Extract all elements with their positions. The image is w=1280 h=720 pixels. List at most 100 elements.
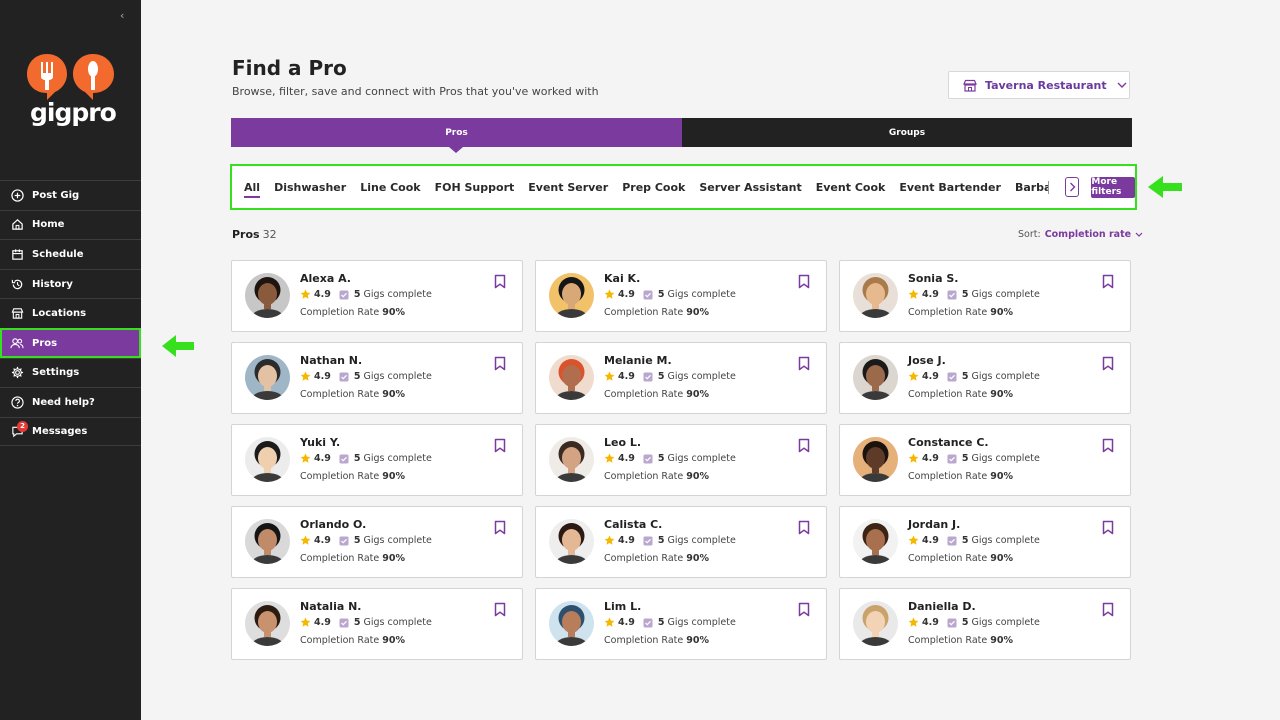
sidebar-item-post-gig[interactable]: Post Gig	[0, 180, 141, 210]
bookmark-icon[interactable]	[494, 602, 506, 617]
pro-name[interactable]: Jordan J.	[908, 518, 960, 531]
pro-name[interactable]: Natalia N.	[300, 600, 362, 613]
plus-circle-icon	[10, 188, 24, 202]
pro-name[interactable]: Daniella D.	[908, 600, 976, 613]
pro-card[interactable]: Sonia S. 4.9 5 Gigs complete Completion …	[839, 260, 1131, 332]
pro-card[interactable]: Calista C. 4.9 5 Gigs complete Completio…	[535, 506, 827, 578]
sidebar-item-settings[interactable]: Settings	[0, 357, 141, 388]
pro-name[interactable]: Lim L.	[604, 600, 641, 613]
filter-chip-prep-cook[interactable]: Prep Cook	[622, 181, 685, 194]
pro-name[interactable]: Calista C.	[604, 518, 662, 531]
avatar[interactable]	[549, 437, 594, 482]
avatar[interactable]	[245, 601, 290, 646]
bookmark-icon[interactable]	[1102, 438, 1114, 453]
filter-chip-event-server[interactable]: Event Server	[528, 181, 608, 194]
pro-card[interactable]: Kai K. 4.9 5 Gigs complete Completion Ra…	[535, 260, 827, 332]
gear-icon	[10, 366, 24, 380]
gigpro-logo[interactable]: gigpro	[26, 52, 118, 132]
avatar[interactable]	[549, 273, 594, 318]
pro-stats: 4.9 5 Gigs complete	[604, 453, 736, 464]
pro-card[interactable]: Leo L. 4.9 5 Gigs complete Completion Ra…	[535, 424, 827, 496]
pro-name[interactable]: Melanie M.	[604, 354, 672, 367]
bookmark-icon[interactable]	[494, 438, 506, 453]
avatar[interactable]	[245, 437, 290, 482]
tab-pros[interactable]: Pros	[231, 118, 682, 153]
completion-value: 90%	[686, 635, 709, 646]
pro-name[interactable]: Alexa A.	[300, 272, 351, 285]
sidebar-item-pros[interactable]: Pros	[0, 327, 141, 358]
avatar[interactable]	[549, 519, 594, 564]
bookmark-icon[interactable]	[798, 274, 810, 289]
pro-card[interactable]: Natalia N. 4.9 5 Gigs complete Completio…	[231, 588, 523, 660]
bookmark-icon[interactable]	[1102, 274, 1114, 289]
bookmark-icon[interactable]	[798, 356, 810, 371]
filter-chip-server-assistant[interactable]: Server Assistant	[699, 181, 801, 194]
tab-groups[interactable]: Groups	[682, 118, 1132, 147]
sidebar-item-schedule[interactable]: Schedule	[0, 239, 141, 269]
sort-value: Completion rate	[1044, 229, 1132, 240]
pro-completion: Completion Rate 90%	[604, 635, 709, 646]
pro-card[interactable]: Melanie M. 4.9 5 Gigs complete Completio…	[535, 342, 827, 414]
bookmark-icon[interactable]	[1102, 602, 1114, 617]
pro-name[interactable]: Orlando O.	[300, 518, 366, 531]
pro-card[interactable]: Daniella D. 4.9 5 Gigs complete Completi…	[839, 588, 1131, 660]
filter-chip-dishwasher[interactable]: Dishwasher	[274, 181, 346, 194]
bookmark-icon[interactable]	[798, 438, 810, 453]
filter-chip-barback[interactable]: Barback	[1015, 180, 1049, 194]
pro-card[interactable]: Orlando O. 4.9 5 Gigs complete Completio…	[231, 506, 523, 578]
pro-gigs-count: 5	[353, 617, 361, 628]
filter-chip-foh-support[interactable]: FOH Support	[435, 181, 515, 194]
pro-rating: 4.9	[922, 617, 939, 628]
filter-chip-all[interactable]: All	[244, 181, 261, 198]
restaurant-selector[interactable]: Taverna Restaurant	[948, 71, 1130, 99]
sidebar-item-label: Post Gig	[32, 189, 80, 201]
pro-name[interactable]: Leo L.	[604, 436, 641, 449]
avatar[interactable]	[853, 601, 898, 646]
avatar[interactable]	[549, 601, 594, 646]
bookmark-icon[interactable]	[798, 520, 810, 535]
filter-next-button[interactable]	[1064, 177, 1080, 197]
bookmark-icon[interactable]	[1102, 356, 1114, 371]
avatar[interactable]	[245, 519, 290, 564]
avatar[interactable]	[853, 273, 898, 318]
bookmark-icon[interactable]	[494, 356, 506, 371]
sidebar-item-home[interactable]: Home	[0, 209, 141, 240]
pro-name[interactable]: Yuki Y.	[300, 436, 340, 449]
pro-name[interactable]: Jose J.	[908, 354, 946, 367]
filter-chip-line-cook[interactable]: Line Cook	[360, 181, 420, 194]
pro-card[interactable]: Lim L. 4.9 5 Gigs complete Completion Ra…	[535, 588, 827, 660]
pro-name[interactable]: Constance C.	[908, 436, 989, 449]
pro-card[interactable]: Jose J. 4.9 5 Gigs complete Completion R…	[839, 342, 1131, 414]
filter-chip-event-bartender[interactable]: Event Bartender	[899, 181, 1001, 194]
filter-chip-event-cook[interactable]: Event Cook	[816, 181, 886, 194]
pro-card[interactable]: Yuki Y. 4.9 5 Gigs complete Completion R…	[231, 424, 523, 496]
avatar[interactable]	[853, 437, 898, 482]
pro-name[interactable]: Sonia S.	[908, 272, 958, 285]
pro-name[interactable]: Nathan N.	[300, 354, 362, 367]
pros-annotation-arrow-icon	[162, 335, 194, 357]
sidebar-item-history[interactable]: History	[0, 268, 141, 299]
avatar[interactable]	[245, 355, 290, 400]
collapse-sidebar-icon[interactable]: ‹	[120, 9, 124, 22]
bookmark-icon[interactable]	[1102, 520, 1114, 535]
pro-card[interactable]: Nathan N. 4.9 5 Gigs complete Completion…	[231, 342, 523, 414]
avatar[interactable]	[853, 355, 898, 400]
avatar[interactable]	[549, 355, 594, 400]
sidebar-item-need-help[interactable]: Need help?	[0, 387, 141, 417]
bookmark-icon[interactable]	[798, 602, 810, 617]
pro-stats: 4.9 5 Gigs complete	[300, 453, 432, 464]
sidebar-item-messages[interactable]: 2 Messages	[0, 416, 141, 447]
pro-card[interactable]: Alexa A. 4.9 5 Gigs complete Completion …	[231, 260, 523, 332]
bookmark-icon[interactable]	[494, 274, 506, 289]
avatar[interactable]	[245, 273, 290, 318]
star-icon	[908, 371, 919, 382]
more-filters-button[interactable]: More filters	[1091, 176, 1135, 198]
bookmark-icon[interactable]	[494, 520, 506, 535]
pro-card[interactable]: Jordan J. 4.9 5 Gigs complete Completion…	[839, 506, 1131, 578]
pro-stats: 4.9 5 Gigs complete	[604, 289, 736, 300]
pro-card[interactable]: Constance C. 4.9 5 Gigs complete Complet…	[839, 424, 1131, 496]
sidebar-item-locations[interactable]: Locations	[0, 298, 141, 328]
sort-dropdown[interactable]: Sort: Completion rate	[1018, 229, 1143, 240]
avatar[interactable]	[853, 519, 898, 564]
pro-name[interactable]: Kai K.	[604, 272, 640, 285]
